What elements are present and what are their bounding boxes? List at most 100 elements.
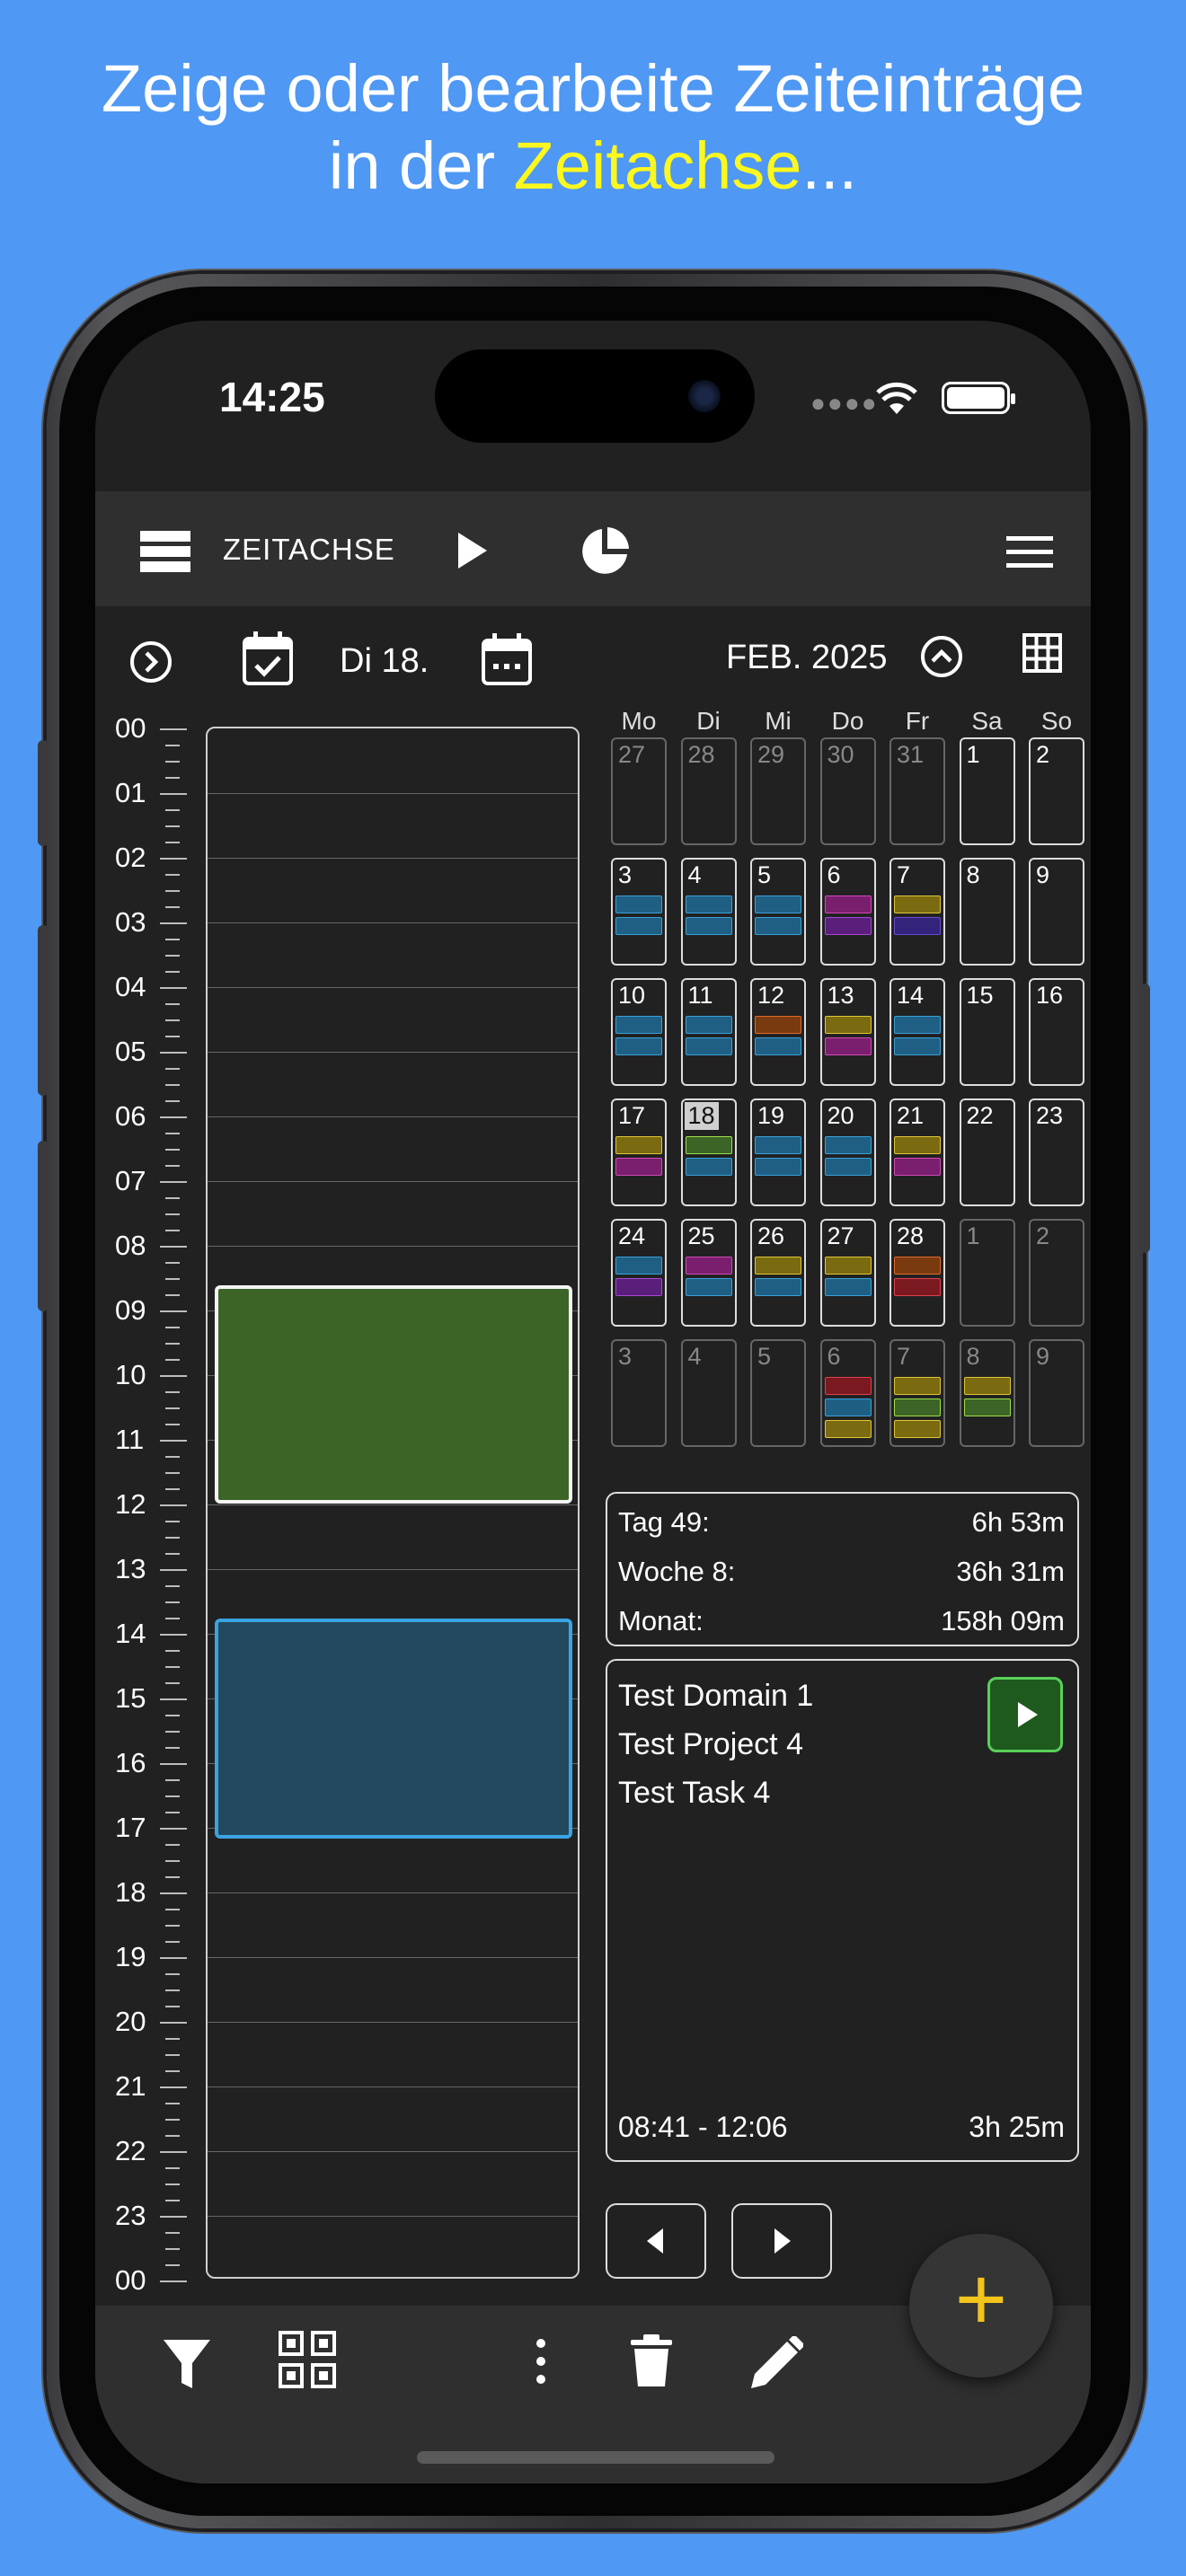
calendar-day[interactable]: 6 — [819, 858, 876, 966]
calendar-day-number: 6 — [827, 861, 841, 888]
edit-pencil-icon[interactable] — [748, 2336, 803, 2392]
calendar-day[interactable]: 27 — [819, 1219, 876, 1327]
calendar-day[interactable]: 30 — [819, 737, 876, 845]
hour-tick — [165, 1989, 180, 1991]
calendar-day[interactable]: 14 — [890, 978, 945, 1086]
calendar-day[interactable]: 17 — [611, 1098, 667, 1206]
calendar-day[interactable]: 12 — [750, 978, 806, 1086]
play-icon[interactable] — [455, 531, 491, 570]
calendar-day[interactable]: 2 — [1029, 737, 1084, 845]
calendar-day[interactable]: 5 — [750, 858, 806, 966]
hour-tick — [165, 1488, 180, 1490]
calendar-day[interactable]: 9 — [1029, 1339, 1084, 1447]
calendar-day[interactable]: 24 — [611, 1219, 667, 1327]
stats-value: 158h 09m — [941, 1605, 1065, 1636]
calendar-day[interactable]: 9 — [1029, 858, 1084, 966]
calendar-day-number: 6 — [827, 1343, 841, 1370]
calendar-entry-bar — [685, 1037, 732, 1055]
calendar-day[interactable]: 22 — [959, 1098, 1015, 1206]
headline-suffix: ... — [801, 128, 858, 203]
calendar-day[interactable]: 20 — [819, 1098, 876, 1206]
calendar-day[interactable]: 13 — [819, 978, 876, 1086]
add-entry-button[interactable]: + — [909, 2234, 1053, 2378]
calendar-day[interactable]: 11 — [680, 978, 737, 1086]
calendar-day-number: 10 — [618, 982, 646, 1009]
grid-view-icon[interactable] — [1022, 633, 1062, 673]
calendar-entry-bar — [755, 1278, 801, 1296]
trash-icon[interactable] — [631, 2334, 672, 2388]
home-indicator[interactable] — [417, 2451, 774, 2464]
calendar-day-number: 4 — [687, 861, 702, 888]
filter-icon[interactable] — [162, 2338, 212, 2390]
calendar-day[interactable]: 19 — [750, 1098, 806, 1206]
selected-day[interactable]: Di 18. — [340, 642, 429, 681]
calendar-entry-bar — [894, 1136, 941, 1154]
calendar-day[interactable]: 2 — [1029, 1219, 1084, 1327]
calendar-day-number: 7 — [897, 1343, 911, 1370]
hour-tick — [165, 1925, 180, 1927]
hour-tick — [160, 793, 187, 795]
calendar-day[interactable]: 1 — [959, 737, 1015, 845]
calendar-day[interactable]: 7 — [890, 858, 945, 966]
volume-down-button — [38, 1141, 49, 1311]
next-button[interactable] — [731, 2203, 832, 2279]
calendar-entry-bar — [755, 895, 801, 913]
calendar-day[interactable]: 7 — [890, 1339, 945, 1447]
calendar-day-today[interactable]: 18 — [680, 1098, 737, 1206]
hour-tick — [165, 1715, 180, 1716]
stats-row: Tag 49: 6h 53m — [618, 1506, 1065, 1539]
hour-tick — [165, 1133, 180, 1134]
month-label[interactable]: FEB. 2025 — [726, 639, 888, 677]
hour-tick — [165, 1537, 180, 1539]
calendar-day[interactable]: 8 — [959, 858, 1015, 966]
timeline-hour-line — [208, 1116, 578, 1117]
calendar-icon[interactable] — [482, 633, 532, 685]
calendar-day[interactable]: 28 — [890, 1219, 945, 1327]
calendar-entry-bar — [615, 1037, 662, 1055]
entry-detail: Test Domain 1 Test Project 4 Test Task 4… — [606, 1659, 1079, 2162]
calendar-day[interactable]: 27 — [611, 737, 667, 845]
calendar-day[interactable]: 31 — [890, 737, 945, 845]
calendar-day[interactable]: 3 — [611, 1339, 667, 1447]
more-vertical-icon[interactable] — [534, 2338, 548, 2385]
timeline-hour-line — [208, 2022, 578, 2023]
timeline-hour-line — [208, 858, 578, 859]
calendar-day-number: 29 — [757, 741, 785, 768]
calendar-day[interactable]: 28 — [680, 737, 737, 845]
calendar-day[interactable]: 5 — [750, 1339, 806, 1447]
hour-tick — [160, 2151, 187, 2153]
calendar-day[interactable]: 8 — [959, 1339, 1015, 1447]
calendar-day[interactable]: 4 — [680, 1339, 737, 1447]
calendar-day[interactable]: 1 — [959, 1219, 1015, 1327]
go-today-icon[interactable] — [129, 640, 173, 684]
time-entry[interactable] — [215, 1619, 572, 1839]
collapse-calendar-icon[interactable] — [920, 635, 963, 678]
qr-grid-icon[interactable] — [279, 2331, 336, 2388]
timeline[interactable] — [206, 727, 580, 2279]
calendar-day[interactable]: 29 — [750, 737, 806, 845]
calendar-day[interactable]: 23 — [1029, 1098, 1084, 1206]
calendar-day[interactable]: 21 — [890, 1098, 945, 1206]
start-entry-button[interactable] — [987, 1677, 1063, 1752]
calendar-day[interactable]: 6 — [819, 1339, 876, 1447]
calendar-day[interactable]: 3 — [611, 858, 667, 966]
calendar-day[interactable]: 16 — [1029, 978, 1084, 1086]
hour-tick — [165, 761, 180, 763]
calendar-day[interactable]: 25 — [680, 1219, 737, 1327]
hour-label: 18 — [115, 1876, 146, 1908]
previous-button[interactable] — [606, 2203, 706, 2279]
calendar-entry-bar — [894, 1377, 941, 1395]
pie-chart-icon[interactable] — [579, 525, 631, 578]
menu-icon[interactable] — [1006, 536, 1053, 569]
time-entry-selected[interactable] — [215, 1285, 572, 1504]
calendar-day[interactable]: 26 — [750, 1219, 806, 1327]
hour-tick — [165, 2070, 180, 2072]
calendar-day[interactable]: 15 — [959, 978, 1015, 1086]
calendar-day-number: 27 — [618, 741, 646, 768]
calendar-check-icon[interactable] — [243, 631, 293, 685]
calendar-day-number: 24 — [618, 1222, 646, 1249]
sidebar-toggle-icon[interactable] — [140, 531, 190, 572]
calendar-day-number: 17 — [618, 1102, 646, 1129]
calendar-day[interactable]: 4 — [680, 858, 737, 966]
calendar-day[interactable]: 10 — [611, 978, 667, 1086]
